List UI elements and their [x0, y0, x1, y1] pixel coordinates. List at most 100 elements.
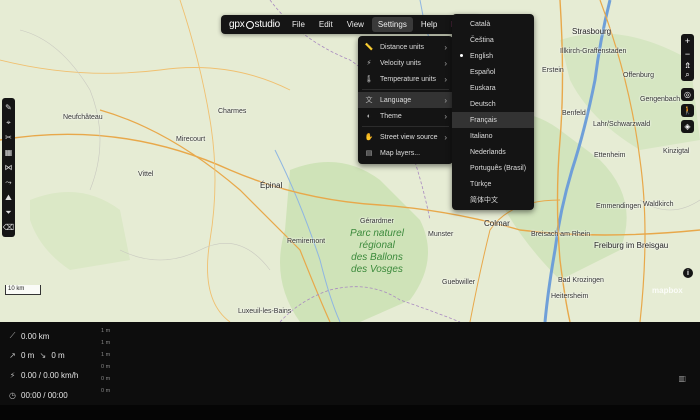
elevation-tick-label: 0 m — [101, 364, 111, 370]
speed-stat: ⚡ 0.00 / 0.00 km/h — [9, 371, 79, 380]
settings-dropdown: 📏 Distance units › ⚡ Velocity units › 🌡 … — [358, 36, 453, 164]
language-option[interactable]: Deutsch — [452, 96, 534, 112]
place-label: Munster — [428, 231, 454, 238]
chevron-right-icon: › — [444, 132, 447, 142]
menu-divider — [362, 89, 449, 90]
menu-help[interactable]: Help — [415, 17, 443, 32]
distance-stat: ⟋ 0.00 km — [9, 331, 50, 341]
gear-icon — [245, 20, 254, 29]
app-logo[interactable]: gpx studio — [225, 19, 284, 30]
elevation-tick-label: 1 m — [101, 340, 111, 346]
person-icon: ✋ — [364, 134, 374, 141]
language-option[interactable]: Português (Brasil) — [452, 160, 534, 176]
map-icon: ▤ — [365, 150, 373, 157]
place-label: Vittel — [138, 171, 154, 178]
place-label: Strasbourg — [572, 27, 612, 36]
place-label: Épinal — [260, 181, 283, 190]
scissors-icon[interactable]: ✂ — [2, 130, 15, 145]
scale-bar: 10 km — [5, 285, 41, 295]
language-option[interactable]: Nederlands — [452, 144, 534, 160]
ruler-icon: ⟋ — [9, 331, 16, 340]
arrow-down-icon: ↘ — [39, 351, 47, 360]
park-label: Parc naturel régional des Ballons des Vo… — [350, 228, 404, 275]
menu-edit[interactable]: Edit — [313, 17, 339, 32]
language-option-selected[interactable]: English — [452, 48, 534, 64]
merge-icon[interactable]: ⋈ — [2, 160, 15, 175]
locate-icon[interactable]: ◎ — [681, 88, 694, 101]
street-view-icon[interactable]: 🚶 — [681, 104, 694, 117]
left-toolbar: ✎ ⌖ ✂ ▦ ⋈ ⤳ ⛰ ⏷ ⌫ — [2, 98, 15, 237]
place-label: Emmendingen — [596, 203, 642, 210]
time-stat: ◷ 00:00 / 00:00 — [9, 391, 68, 400]
place-label: Neufchâteau — [63, 114, 103, 121]
place-label: Gérardmer — [360, 218, 394, 225]
zoom-out-button[interactable]: − — [681, 47, 694, 60]
language-option-hovered[interactable]: Français — [452, 112, 534, 128]
elevation-tick-label: 0 m — [101, 388, 111, 394]
calendar-icon[interactable]: ▦ — [2, 145, 15, 160]
language-option[interactable]: Español — [452, 64, 534, 80]
right-toolbar: ⌕ ◎ 🚶 ◈ — [681, 68, 694, 136]
filter-icon[interactable]: ⏷ — [2, 205, 15, 220]
menu-settings[interactable]: Settings — [371, 17, 413, 32]
language-option[interactable]: Türkçe — [452, 176, 534, 192]
map-canvas[interactable]: Strasbourg Illkirch-Graffenstaden Erstei… — [0, 0, 700, 322]
language-option[interactable]: Italiano — [452, 128, 534, 144]
search-icon[interactable]: ⌕ — [681, 68, 694, 81]
language-submenu: Català Čeština English Español Euskara D… — [452, 14, 534, 210]
bottom-bar — [0, 405, 700, 420]
route-icon[interactable]: ⤳ — [2, 175, 15, 190]
menu-item-temperature-units[interactable]: 🌡 Temperature units › — [358, 71, 453, 87]
language-option[interactable]: Català — [452, 16, 534, 32]
place-label: Guebwiller — [442, 279, 476, 286]
mapbox-logo: mapbox — [652, 286, 683, 295]
arrow-up-icon: ↗ — [9, 351, 16, 360]
menu-item-street-view-source[interactable]: ✋ Street view source › — [358, 129, 453, 145]
place-label: Erstein — [542, 67, 564, 74]
chevron-right-icon: › — [444, 58, 447, 68]
menu-item-distance-units[interactable]: 📏 Distance units › — [358, 39, 453, 55]
clean-icon[interactable]: ⌫ — [2, 220, 15, 235]
place-label: Ettenheim — [594, 152, 626, 159]
place-label: Mirecourt — [176, 136, 206, 143]
place-label: Waldkirch — [643, 201, 674, 208]
chevron-right-icon: › — [444, 74, 447, 84]
mountain-icon[interactable]: ⛰ — [2, 190, 15, 205]
menu-item-language[interactable]: 文 Language › — [358, 92, 453, 108]
language-option[interactable]: Euskara — [452, 80, 534, 96]
clock-icon: ◷ — [9, 391, 16, 400]
place-label: Colmar — [484, 219, 510, 228]
elevation-stat: ↗ 0 m ↘ 0 m — [9, 351, 65, 360]
elevation-tick-label: 1 m — [101, 352, 111, 358]
theme-icon: ◐ — [366, 112, 372, 120]
info-icon[interactable]: i — [683, 268, 693, 278]
menu-item-map-layers[interactable]: ▤ Map layers... — [358, 145, 453, 161]
chevron-right-icon: › — [444, 95, 447, 105]
place-label: Offenburg — [623, 72, 655, 79]
speed-icon: ⚡ — [9, 371, 16, 380]
chevron-right-icon: › — [444, 111, 447, 121]
place-label: Charmes — [218, 108, 247, 115]
ruler-icon: 📏 — [364, 44, 374, 51]
layers-icon[interactable]: ◈ — [681, 120, 694, 133]
chart-settings-icon[interactable]: ▥ — [678, 374, 686, 383]
zoom-in-button[interactable]: + — [681, 34, 694, 47]
place-label: Kinzigtal — [663, 148, 690, 155]
menu-view[interactable]: View — [341, 17, 370, 32]
main-menubar: gpxstudio File Edit View Settings Help D… — [221, 15, 482, 34]
place-label: Gengenbach — [640, 96, 681, 103]
pin-icon[interactable]: ⌖ — [2, 115, 15, 130]
language-option[interactable]: 简体中文 — [452, 192, 534, 208]
language-icon: 文 — [365, 97, 373, 104]
place-label: Luxeuil-les-Bains — [238, 308, 292, 315]
gauge-icon: ⚡ — [366, 60, 372, 67]
menu-file[interactable]: File — [286, 17, 311, 32]
chevron-right-icon: › — [444, 42, 447, 52]
place-label: Heitersheim — [551, 293, 589, 300]
menu-item-theme[interactable]: ◐ Theme › — [358, 108, 453, 124]
menu-item-velocity-units[interactable]: ⚡ Velocity units › — [358, 55, 453, 71]
place-label: Illkirch-Graffenstaden — [560, 48, 627, 55]
pencil-icon[interactable]: ✎ — [2, 100, 15, 115]
place-label: Freiburg im Breisgau — [594, 241, 669, 250]
language-option[interactable]: Čeština — [452, 32, 534, 48]
